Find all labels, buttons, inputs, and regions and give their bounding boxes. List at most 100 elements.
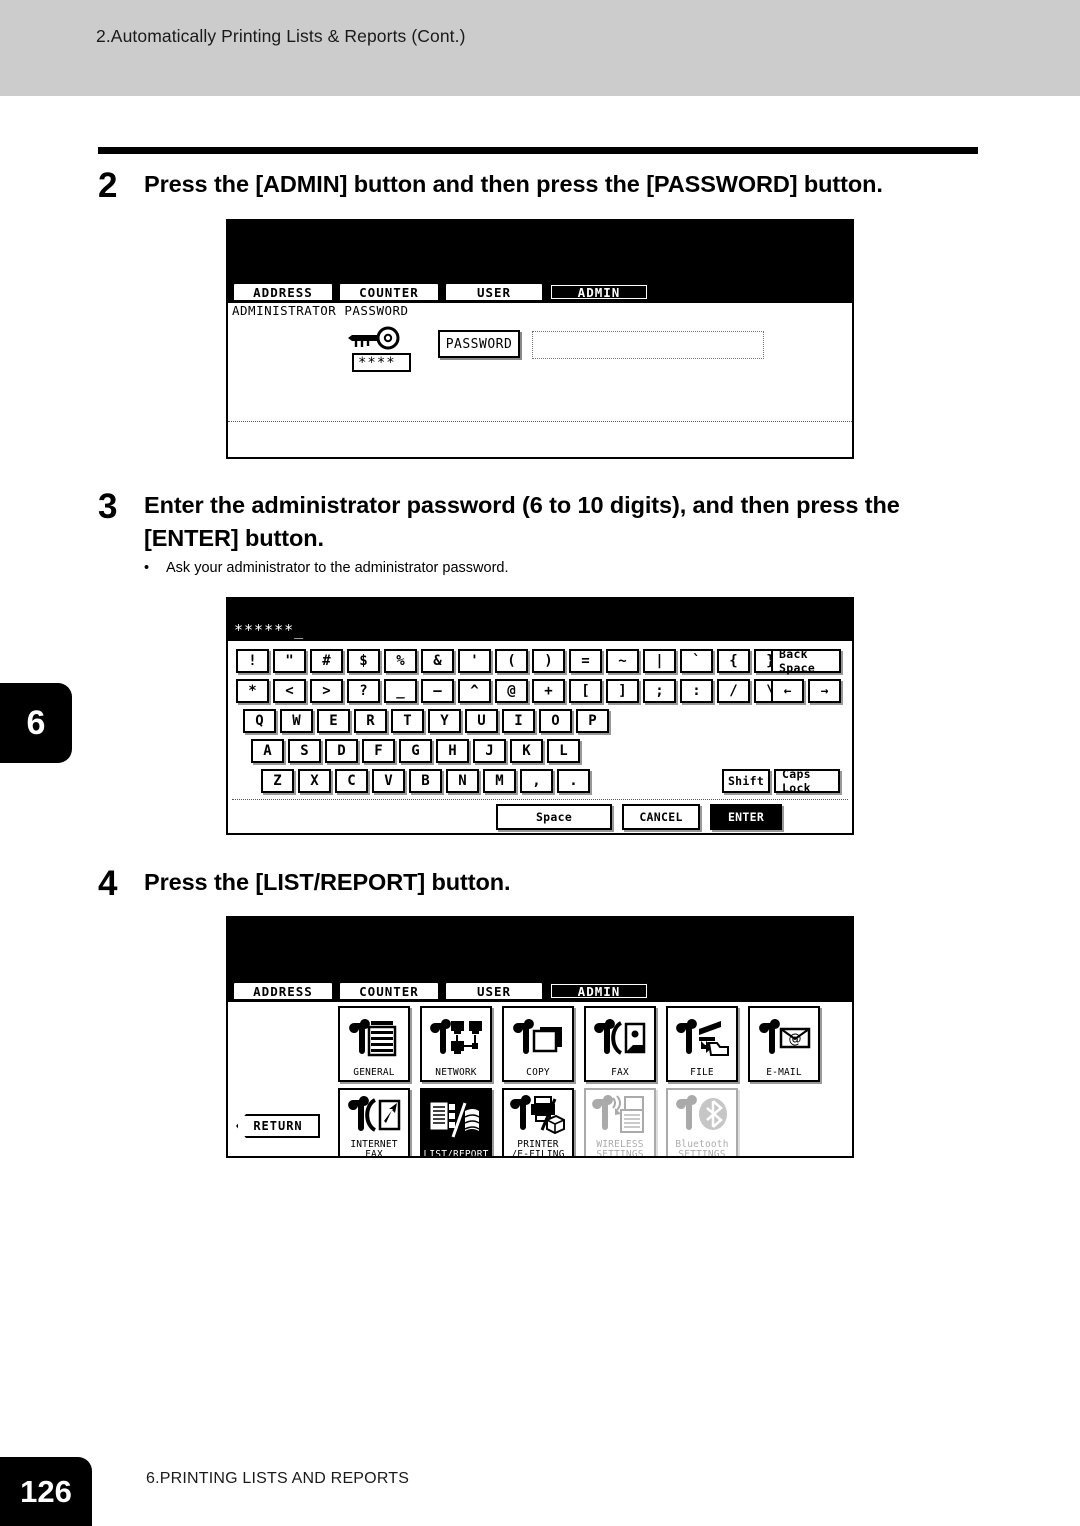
key-k[interactable]: K xyxy=(510,739,543,763)
menu-item-general[interactable]: GENERAL xyxy=(338,1006,410,1082)
keyboard-divider xyxy=(232,799,848,800)
keyboard-row-actions: Space CANCEL ENTER xyxy=(496,804,786,830)
key-period[interactable]: . xyxy=(557,769,590,793)
key-p[interactable]: P xyxy=(576,709,609,733)
keyboard-row-zxcv: Z X C V B N M , . xyxy=(261,769,594,793)
tab-admin[interactable]: ADMIN xyxy=(548,282,650,302)
key-quote[interactable]: " xyxy=(273,649,306,673)
key-shift[interactable]: Shift xyxy=(722,769,770,793)
tab-user-2-label: USER xyxy=(476,983,512,999)
tab-user[interactable]: USER xyxy=(444,282,544,302)
key-question[interactable]: ? xyxy=(347,679,380,703)
password-input-field[interactable] xyxy=(532,331,764,359)
key-y[interactable]: Y xyxy=(428,709,461,733)
key-n[interactable]: N xyxy=(446,769,479,793)
menu-item-printer-efiling[interactable]: PRINTER /E-FILING xyxy=(502,1088,574,1156)
key-i[interactable]: I xyxy=(502,709,535,733)
key-c[interactable]: C xyxy=(335,769,368,793)
key-j[interactable]: J xyxy=(473,739,506,763)
key-d[interactable]: D xyxy=(325,739,358,763)
tab-counter[interactable]: COUNTER xyxy=(338,282,440,302)
key-v[interactable]: V xyxy=(372,769,405,793)
key-bracket-open[interactable]: [ xyxy=(569,679,602,703)
key-pipe[interactable]: | xyxy=(643,649,676,673)
step-3-text: Enter the administrator password (6 to 1… xyxy=(144,492,900,551)
key-exclam[interactable]: ! xyxy=(236,649,269,673)
key-ampersand[interactable]: & xyxy=(421,649,454,673)
key-dollar[interactable]: $ xyxy=(347,649,380,673)
chapter-number: 6 xyxy=(26,703,46,742)
key-z[interactable]: Z xyxy=(261,769,294,793)
wrench-file-icon xyxy=(668,1008,736,1068)
menu-item-network[interactable]: NETWORK xyxy=(420,1006,492,1082)
keyboard-row-1-extra: Back Space xyxy=(771,647,845,675)
key-m[interactable]: M xyxy=(483,769,516,793)
key-less-than[interactable]: < xyxy=(273,679,306,703)
menu-item-fax[interactable]: FAX xyxy=(584,1006,656,1082)
return-button[interactable]: RETURN xyxy=(236,1114,320,1138)
password-input-value xyxy=(533,332,763,342)
key-g[interactable]: G xyxy=(399,739,432,763)
menu-item-file[interactable]: FILE xyxy=(666,1006,738,1082)
key-semicolon[interactable]: ; xyxy=(643,679,676,703)
key-e[interactable]: E xyxy=(317,709,350,733)
key-comma[interactable]: , xyxy=(520,769,553,793)
key-greater-than[interactable]: > xyxy=(310,679,343,703)
key-l[interactable]: L xyxy=(547,739,580,763)
key-brace-open[interactable]: { xyxy=(717,649,750,673)
key-b[interactable]: B xyxy=(409,769,442,793)
cancel-button[interactable]: CANCEL xyxy=(622,804,700,830)
tab-address-2-label: ADDRESS xyxy=(253,983,313,999)
key-f[interactable]: F xyxy=(362,739,395,763)
wrench-copy-icon xyxy=(504,1008,572,1068)
key-apostrophe[interactable]: ' xyxy=(458,649,491,673)
key-slash[interactable]: / xyxy=(717,679,750,703)
menu-item-file-label: FILE xyxy=(690,1067,714,1078)
key-bracket-close[interactable]: ] xyxy=(606,679,639,703)
tab-address-2[interactable]: ADDRESS xyxy=(232,981,334,1001)
key-r[interactable]: R xyxy=(354,709,387,733)
key-at[interactable]: @ xyxy=(495,679,528,703)
key-t[interactable]: T xyxy=(391,709,424,733)
key-q[interactable]: Q xyxy=(243,709,276,733)
key-hash[interactable]: # xyxy=(310,649,343,673)
arrow-right-icon[interactable]: → xyxy=(808,679,841,703)
menu-item-email[interactable]: @ E-MAIL xyxy=(748,1006,820,1082)
key-h[interactable]: H xyxy=(436,739,469,763)
key-backspace[interactable]: Back Space xyxy=(771,647,841,675)
tab-user-2[interactable]: USER xyxy=(444,981,544,1001)
key-icon xyxy=(346,326,400,354)
tab-admin-2[interactable]: ADMIN xyxy=(548,981,650,1001)
key-w[interactable]: W xyxy=(280,709,313,733)
key-colon[interactable]: : xyxy=(680,679,713,703)
enter-button[interactable]: ENTER xyxy=(710,804,782,830)
key-plus[interactable]: + xyxy=(532,679,565,703)
key-u[interactable]: U xyxy=(465,709,498,733)
menu-item-copy[interactable]: COPY xyxy=(502,1006,574,1082)
key-o[interactable]: O xyxy=(539,709,572,733)
arrow-left-icon[interactable]: ← xyxy=(771,679,804,703)
key-s[interactable]: S xyxy=(288,739,321,763)
key-underscore[interactable]: _ xyxy=(384,679,417,703)
key-a[interactable]: A xyxy=(251,739,284,763)
tab-counter-2[interactable]: COUNTER xyxy=(338,981,440,1001)
key-equals[interactable]: = xyxy=(569,649,602,673)
key-dash[interactable]: — xyxy=(421,679,454,703)
footer-chapter-title: 6.PRINTING LISTS AND REPORTS xyxy=(146,1470,410,1487)
menu-item-list-report[interactable]: LIST/REPORT xyxy=(420,1088,492,1156)
key-caps-lock[interactable]: Caps Lock xyxy=(774,767,840,795)
key-x[interactable]: X xyxy=(298,769,331,793)
menu-item-internet-fax[interactable]: INTERNET FAX xyxy=(338,1088,410,1156)
key-space[interactable]: Space xyxy=(496,804,612,830)
password-button[interactable]: PASSWORD xyxy=(438,330,520,358)
step-2-text: Press the [ADMIN] button and then press … xyxy=(144,171,883,197)
key-backtick[interactable]: ` xyxy=(680,649,713,673)
key-tilde[interactable]: ~ xyxy=(606,649,639,673)
keyboard-row-symbols-2: * < > ? _ — ^ @ + [ ] ; : / \ xyxy=(236,679,791,703)
key-caret[interactable]: ^ xyxy=(458,679,491,703)
key-paren-close[interactable]: ) xyxy=(532,649,565,673)
key-asterisk[interactable]: * xyxy=(236,679,269,703)
key-percent[interactable]: % xyxy=(384,649,417,673)
key-paren-open[interactable]: ( xyxy=(495,649,528,673)
tab-address[interactable]: ADDRESS xyxy=(232,282,334,302)
